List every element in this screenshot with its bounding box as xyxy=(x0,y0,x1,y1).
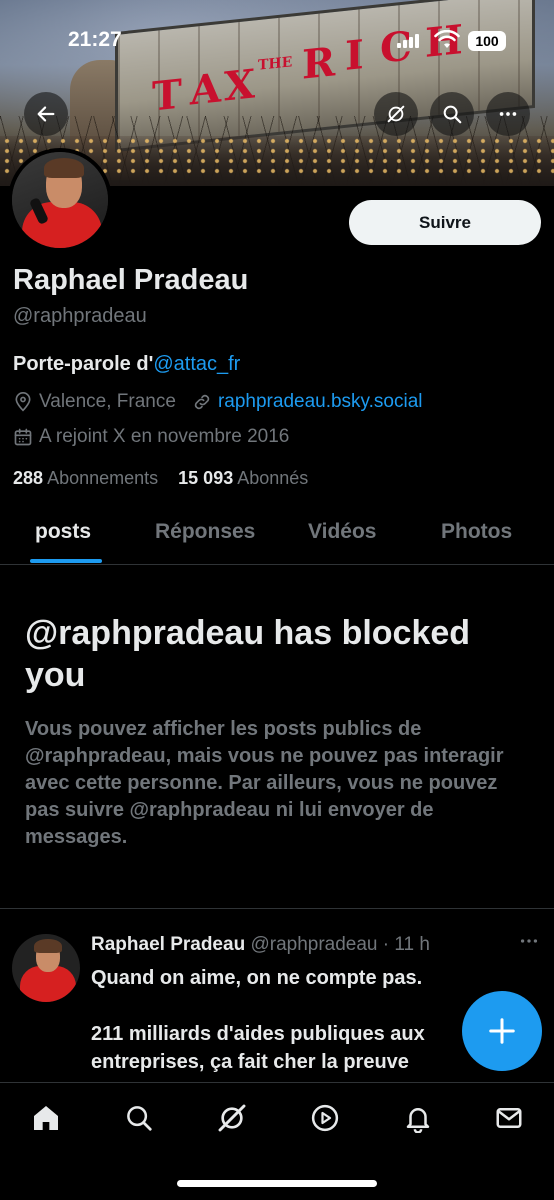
profile-joined: A rejoint X en novembre 2016 xyxy=(39,426,290,447)
tab-replies[interactable]: Réponses xyxy=(155,520,255,544)
post-author-avatar[interactable] xyxy=(12,934,80,1002)
followers-label: Abonnés xyxy=(237,468,309,488)
following-count: 288 xyxy=(13,468,44,488)
following-link[interactable]: 288 Abonnements xyxy=(13,468,158,488)
active-tab-indicator xyxy=(30,559,102,563)
more-icon xyxy=(520,939,538,943)
banner-letter: X xyxy=(224,60,256,111)
blocked-message: Vous pouvez afficher les posts publics d… xyxy=(25,718,504,848)
tab-posts[interactable]: posts xyxy=(35,520,91,544)
mail-icon xyxy=(496,1108,522,1128)
cellular-signal-icon xyxy=(397,34,419,48)
profile-joined-row: A rejoint X en novembre 2016 xyxy=(13,426,289,448)
post-text[interactable]: Quand on aime, on ne compte pas. 211 mil… xyxy=(91,964,471,1076)
more-icon xyxy=(499,112,517,116)
nav-messages[interactable] xyxy=(492,1101,526,1135)
grok-icon xyxy=(387,105,405,123)
arrow-left-icon xyxy=(37,106,55,122)
profile-location: Valence, France xyxy=(39,391,176,412)
search-icon xyxy=(443,105,462,124)
post-more-button[interactable] xyxy=(518,930,540,958)
profile-bio: Porte-parole d'@attac_fr xyxy=(13,353,240,376)
calendar-icon xyxy=(14,428,32,446)
banner-letter: A xyxy=(190,64,222,115)
profile-website-link[interactable]: raphpradeau.bsky.social xyxy=(218,391,423,413)
following-label: Abonnements xyxy=(47,468,159,488)
profile-handle: @raphpradeau xyxy=(13,305,147,327)
post-author-name[interactable]: Raphael Pradeau xyxy=(91,934,245,955)
nav-search[interactable] xyxy=(122,1101,156,1135)
tab-photos[interactable]: Photos xyxy=(441,520,512,544)
back-button[interactable] xyxy=(24,92,68,136)
followers-count: 15 093 xyxy=(178,468,234,488)
more-options-button[interactable] xyxy=(486,92,530,136)
grok-icon xyxy=(218,1104,246,1132)
status-bar: 21:27 100 xyxy=(0,26,554,56)
search-button[interactable] xyxy=(430,92,474,136)
bio-mention-link[interactable]: @attac_fr xyxy=(153,353,240,375)
nav-grok[interactable] xyxy=(215,1101,249,1135)
battery-indicator: 100 xyxy=(468,31,506,51)
blocked-title: @raphpradeau has blocked you xyxy=(25,614,471,694)
post-header: Raphael Pradeau @raphpradeau · 11 h xyxy=(91,934,430,956)
video-icon xyxy=(311,1104,339,1132)
bio-text: Porte-parole d' xyxy=(13,353,154,375)
nav-notifications[interactable] xyxy=(401,1101,435,1135)
tab-videos[interactable]: Vidéos xyxy=(308,520,376,544)
grok-button[interactable] xyxy=(374,92,418,136)
profile-tabs: posts Réponses Vidéos Photos xyxy=(0,510,554,565)
status-time: 21:27 xyxy=(68,28,122,51)
profile-meta-row: Valence, France raphpradeau.bsky.social xyxy=(13,391,423,413)
nav-home[interactable] xyxy=(29,1101,63,1135)
location-icon xyxy=(15,392,31,412)
profile-counts: 288 Abonnements 15 093 Abonnés xyxy=(13,468,308,489)
profile-name: Raphael Pradeau xyxy=(13,264,249,296)
bell-icon xyxy=(406,1108,430,1133)
search-icon xyxy=(127,1106,152,1131)
home-icon xyxy=(34,1106,58,1130)
profile-avatar[interactable] xyxy=(8,148,112,252)
compose-button[interactable] xyxy=(462,991,542,1071)
plus-icon xyxy=(489,1018,515,1044)
followers-link[interactable]: 15 093 Abonnés xyxy=(178,468,308,488)
post-author-handle-time: @raphpradeau · 11 h xyxy=(250,934,430,955)
link-icon xyxy=(194,394,210,410)
wifi-icon xyxy=(434,29,460,50)
banner-letter: T xyxy=(152,70,182,121)
divider xyxy=(0,908,554,909)
home-indicator[interactable] xyxy=(177,1180,377,1187)
nav-video[interactable] xyxy=(308,1101,342,1135)
follow-button[interactable]: Suivre xyxy=(349,200,541,245)
